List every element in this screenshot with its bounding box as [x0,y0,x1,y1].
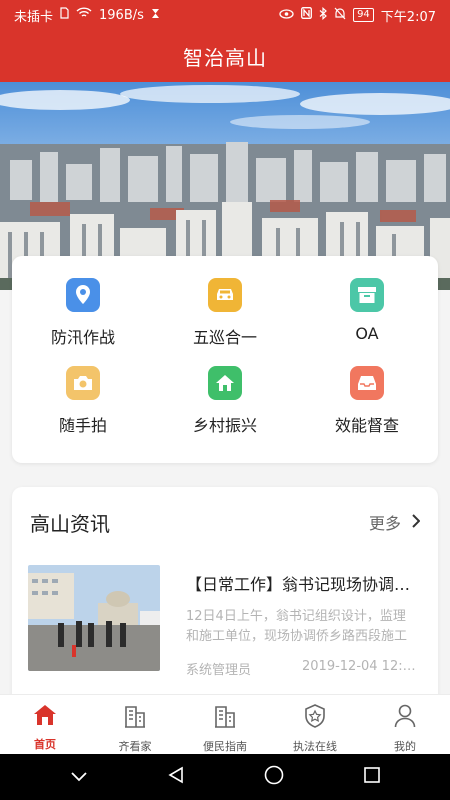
tab-label: 执法在线 [293,740,337,753]
nfc-icon [301,7,313,23]
menu-oa[interactable]: OA [296,274,438,362]
tab-label: 首页 [34,738,56,751]
tab-watch-home[interactable]: 齐看家 [90,695,180,754]
page-title: 智治高山 [183,45,267,70]
news-section-title: 高山资讯 [30,511,110,536]
tab-label: 便民指南 [203,740,247,753]
home-icon [33,704,57,730]
inbox-icon [350,365,384,400]
recent-apps-icon[interactable] [363,766,381,788]
tab-label: 齐看家 [118,740,152,753]
news-item-body: 【日常工作】翁书记现场协调侨乡路西段施工 12日4日上午，翁书记组织设计，监理和… [186,565,418,678]
tab-service-guide[interactable]: 便民指南 [180,695,270,754]
more-news-button[interactable]: 更多 [368,510,421,534]
quick-menu-card: 防汛作战 五巡合一 OA 随手拍 乡村振兴 效能督查 [12,256,438,463]
clock-time: 下午2:07 [380,9,436,25]
app-header: 智治高山 [0,30,450,82]
menu-label: 随手拍 [58,415,107,435]
tab-label: 我的 [394,740,416,753]
menu-efficiency-supervision[interactable]: 效能督查 [296,362,438,450]
news-item-date: 2019-12-04 12:50 [302,659,418,674]
news-item-meta: 系统管理员 2019-12-04 12:50 [186,659,418,678]
battery-icon: 94 [353,8,374,22]
mute-bell-icon [334,7,346,24]
news-item-title: 【日常工作】翁书记现场协调侨乡路西段施工 [186,575,418,594]
menu-label: 乡村振兴 [192,415,257,435]
bottom-tab-bar: 首页 齐看家 便民指南 执法在线 我的 [0,694,450,754]
shield-star-icon [304,704,326,732]
news-card: 高山资讯 更多 【日常工作】翁书记现场协调侨乡路西段施工 12日4 [12,487,438,707]
back-icon[interactable] [167,766,185,788]
news-header: 高山资讯 更多 [12,487,438,557]
menu-label: 防汛作战 [50,328,115,347]
bluetooth-icon [319,6,327,24]
system-nav-bar [0,754,450,800]
menu-label: 效能督查 [334,415,399,435]
news-item-summary: 12日4日上午，翁书记组织设计，监理和施工单位，现场协调侨乡路西段施工问题 [186,609,408,644]
menu-label: OA [355,324,379,343]
eye-icon [279,8,294,23]
house-icon [208,365,242,400]
chevron-down-icon[interactable] [70,768,88,787]
location-pin-icon [66,278,100,312]
status-bar: 未插卡 196B/s 94 下午2:07 [0,0,450,30]
archive-box-icon [350,278,384,312]
user-icon [394,704,416,732]
hourglass-icon [151,8,160,23]
chevron-right-icon [411,513,421,532]
news-list-item[interactable]: 【日常工作】翁书记现场协调侨乡路西段施工 12日4日上午，翁书记组织设计，监理和… [12,557,438,678]
news-item-author: 系统管理员 [186,663,252,678]
car-icon [208,278,242,312]
menu-five-patrols[interactable]: 五巡合一 [154,274,296,362]
tab-home[interactable]: 首页 [0,695,90,754]
building-icon [124,704,146,732]
carrier-text: 未插卡 [14,9,54,25]
more-label: 更多 [368,514,401,533]
home-circle-icon[interactable] [264,765,284,789]
menu-flood-control[interactable]: 防汛作战 [12,274,154,362]
menu-label: 五巡合一 [192,328,257,347]
building-icon [214,704,236,732]
menu-snapshot[interactable]: 随手拍 [12,362,154,450]
camera-icon [66,365,100,400]
network-speed: 196B/s [99,7,144,23]
tab-law-enforcement[interactable]: 执法在线 [270,695,360,754]
wifi-icon [76,7,92,23]
menu-rural-revitalization[interactable]: 乡村振兴 [154,362,296,450]
sim-icon [60,7,69,23]
tab-mine[interactable]: 我的 [360,695,450,754]
news-thumbnail [28,565,160,671]
